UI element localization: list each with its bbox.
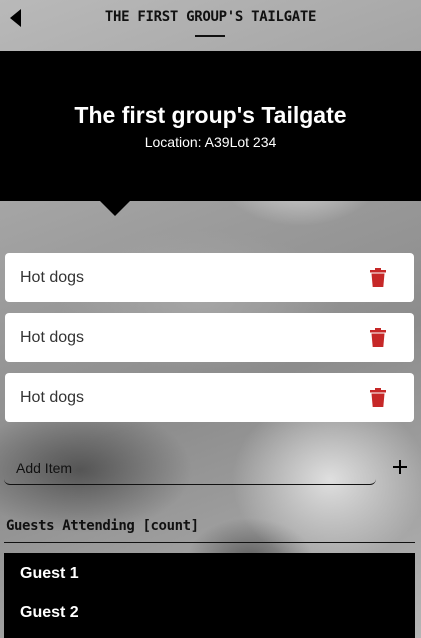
plus-icon[interactable] <box>393 460 407 474</box>
top-navigation-bar: THE FIRST GROUP'S TAILGATE <box>0 0 421 50</box>
item-card[interactable]: Hot dogs <box>5 313 414 362</box>
trash-icon[interactable] <box>370 388 386 407</box>
item-label: Hot dogs <box>20 329 85 346</box>
guests-heading: Guests Attending [count] <box>6 518 199 534</box>
add-item-input[interactable] <box>4 452 376 484</box>
item-label: Hot dogs <box>20 389 85 406</box>
header-pointer <box>99 200 131 216</box>
nav-title-underline <box>195 35 225 37</box>
event-title: The first group's Tailgate <box>74 102 347 128</box>
item-label: Hot dogs <box>20 269 85 286</box>
event-header: The first group's Tailgate Location: A39… <box>0 51 421 201</box>
add-item-row <box>4 452 376 485</box>
item-card[interactable]: Hot dogs <box>5 373 414 422</box>
guests-divider <box>4 542 415 543</box>
item-card[interactable]: Hot dogs <box>5 253 414 302</box>
guest-list-item[interactable]: Guest 1 <box>20 565 79 583</box>
event-location: Location: A39Lot 234 <box>144 134 277 150</box>
nav-title: THE FIRST GROUP'S TAILGATE <box>104 9 317 25</box>
trash-icon[interactable] <box>370 328 386 347</box>
guest-list: Guest 1 Guest 2 <box>4 553 415 638</box>
guest-list-item[interactable]: Guest 2 <box>20 604 79 622</box>
trash-icon[interactable] <box>370 268 386 287</box>
